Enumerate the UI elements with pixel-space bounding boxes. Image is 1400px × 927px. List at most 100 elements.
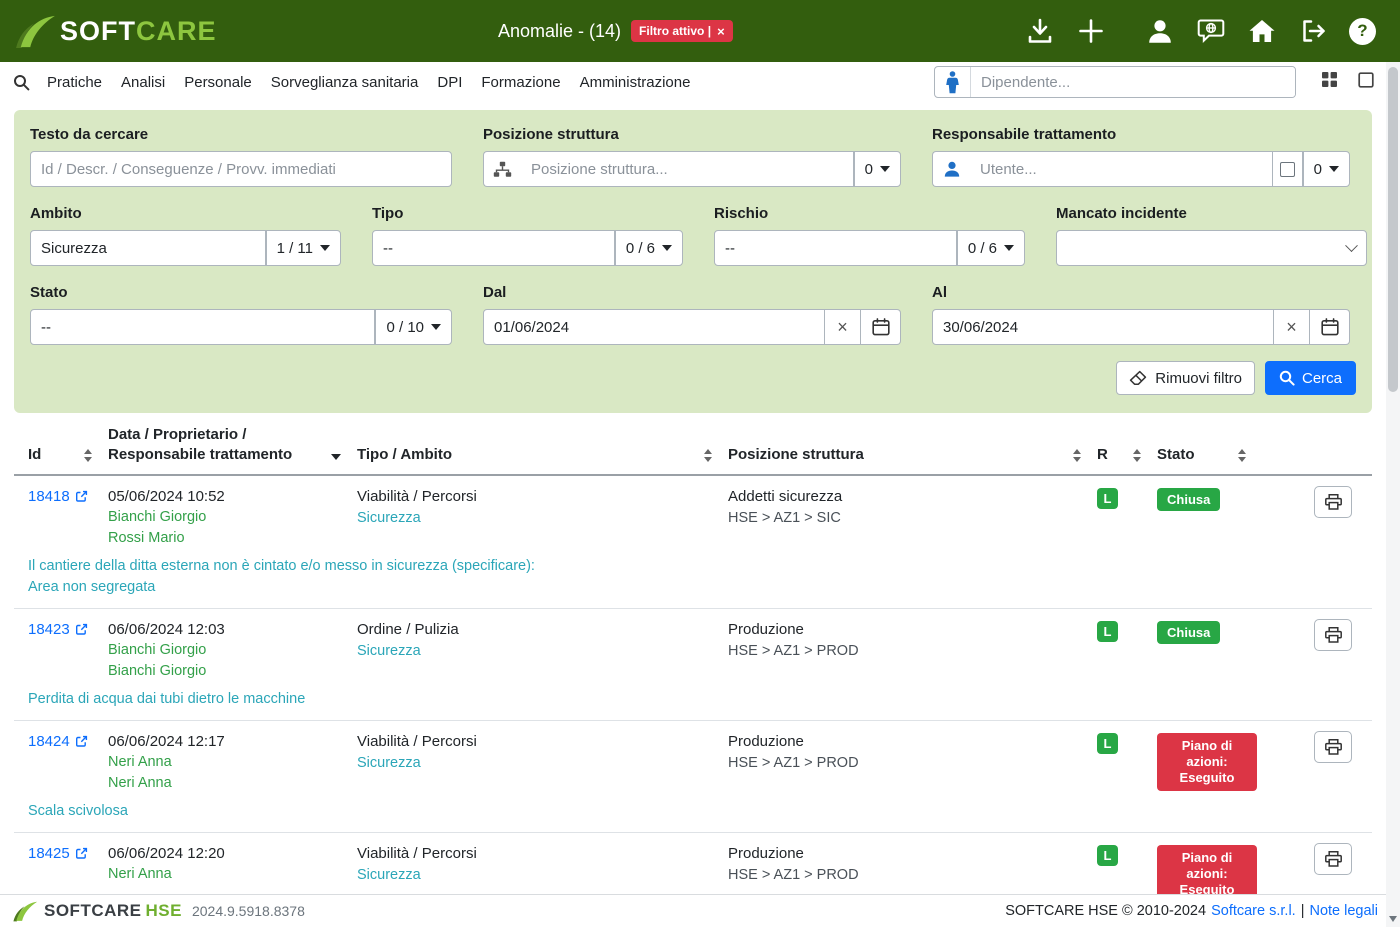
nav-item-dpi[interactable]: DPI	[437, 74, 462, 91]
row-r-cell: L	[1097, 843, 1157, 866]
external-link-icon[interactable]	[75, 735, 88, 748]
row-tipo-cell: Viabilità / Percorsi Sicurezza	[357, 486, 728, 529]
remove-filter-label: Rimuovi filtro	[1155, 370, 1242, 387]
nav-item-formazione[interactable]: Formazione	[481, 74, 560, 91]
remove-filter-button[interactable]: Rimuovi filtro	[1116, 361, 1255, 395]
add-icon[interactable]	[1076, 16, 1106, 46]
nav-item-pratiche[interactable]: Pratiche	[47, 74, 102, 91]
row-responsible[interactable]: Rossi Mario	[108, 528, 357, 549]
row-id-cell: 18424	[28, 731, 108, 750]
nav-item-amministrazione[interactable]: Amministrazione	[580, 74, 691, 91]
sort-icon[interactable]	[704, 449, 712, 462]
tipo-count-dropdown[interactable]: 0 / 6	[615, 230, 683, 266]
footer-legal-link[interactable]: Note legali	[1309, 903, 1378, 919]
row-owner[interactable]: Bianchi Giorgio	[108, 640, 357, 661]
rischio-count-dropdown[interactable]: 0 / 6	[957, 230, 1025, 266]
square-select-button[interactable]	[1358, 72, 1374, 88]
footer-brand: SOFTCAREHSE	[44, 901, 182, 921]
row-posizione: Produzione	[728, 619, 1097, 640]
download-icon[interactable]	[1025, 16, 1055, 46]
scrollbar-thumb[interactable]	[1388, 67, 1398, 392]
header-stato: Stato	[1157, 445, 1262, 465]
responsabile-count-dropdown[interactable]: 0	[1303, 151, 1350, 187]
external-link-icon[interactable]	[75, 623, 88, 636]
row-ambito: Sicurezza	[357, 641, 728, 662]
row-stato-cell: Chiusa	[1157, 486, 1262, 511]
row-tipo: Viabilità / Percorsi	[357, 486, 728, 507]
row-tipo: Viabilità / Percorsi	[357, 731, 728, 752]
testo-input[interactable]	[30, 151, 452, 187]
dal-clear-icon[interactable]: ×	[825, 309, 861, 345]
print-button[interactable]	[1314, 619, 1352, 651]
nav-search-icon[interactable]	[13, 74, 30, 91]
language-chat-icon[interactable]	[1196, 16, 1226, 46]
header-tipo-label: Tipo / Ambito	[357, 445, 452, 465]
home-icon[interactable]	[1247, 16, 1277, 46]
row-owner[interactable]: Neri Anna	[108, 864, 357, 885]
posizione-count-dropdown[interactable]: 0	[854, 151, 901, 187]
stato-count-dropdown[interactable]: 0 / 10	[375, 309, 452, 345]
user-icon[interactable]	[1145, 16, 1175, 46]
external-link-icon[interactable]	[75, 490, 88, 503]
responsabile-checkbox[interactable]	[1280, 162, 1295, 177]
row-owner[interactable]: Bianchi Giorgio	[108, 507, 357, 528]
footer-separator: |	[1301, 903, 1305, 919]
header-data-label: Data / Proprietario / Responsabile tratt…	[108, 425, 292, 465]
rischio-input[interactable]	[714, 230, 957, 266]
logout-icon[interactable]	[1298, 16, 1328, 46]
employee-search-input[interactable]	[971, 67, 1295, 97]
mancato-incidente-select[interactable]	[1056, 230, 1367, 266]
row-id-link[interactable]: 18423	[28, 621, 70, 638]
apps-grid-button[interactable]	[1321, 71, 1338, 88]
vertical-scrollbar[interactable]	[1386, 62, 1400, 927]
print-button[interactable]	[1314, 843, 1352, 875]
row-responsible[interactable]: Bianchi Giorgio	[108, 661, 357, 682]
row-responsible[interactable]: Neri Anna	[108, 773, 357, 794]
stato-input[interactable]	[30, 309, 375, 345]
sort-icon[interactable]	[1238, 449, 1246, 462]
footer-company-link[interactable]: Softcare s.r.l.	[1211, 903, 1296, 919]
sort-icon[interactable]	[1133, 449, 1141, 462]
footer-copyright-area: SOFTCARE HSE © 2010-2024 Softcare s.r.l.…	[1005, 903, 1378, 919]
active-filter-badge: Filtro attivo | ×	[631, 20, 733, 42]
al-clear-icon[interactable]: ×	[1274, 309, 1310, 345]
ambito-count-dropdown[interactable]: 1 / 11	[266, 230, 341, 266]
printer-icon	[1324, 738, 1343, 756]
row-description: Perdita di acqua dai tubi dietro le macc…	[14, 689, 1372, 710]
nav-item-sorveglianza-sanitaria[interactable]: Sorveglianza sanitaria	[271, 74, 419, 91]
print-button[interactable]	[1314, 731, 1352, 763]
responsabile-checkbox-wrap	[1273, 151, 1303, 187]
ambito-input[interactable]	[30, 230, 266, 266]
row-owner[interactable]: Neri Anna	[108, 752, 357, 773]
app-logo[interactable]: SOFTCARE	[0, 13, 217, 49]
posizione-input[interactable]	[521, 151, 854, 187]
dal-calendar-icon[interactable]	[861, 309, 901, 345]
sort-icon[interactable]	[1073, 449, 1081, 462]
nav-item-personale[interactable]: Personale	[184, 74, 252, 91]
tipo-label: Tipo	[372, 205, 683, 222]
responsabile-input[interactable]	[970, 151, 1273, 187]
row-id-link[interactable]: 18425	[28, 845, 70, 862]
row-id-link[interactable]: 18418	[28, 488, 70, 505]
sort-desc-icon[interactable]	[331, 454, 341, 460]
page-title-area: Anomalie - (14) Filtro attivo | ×	[498, 0, 733, 62]
row-ambito: Sicurezza	[357, 753, 728, 774]
scrollbar-down-arrow-icon[interactable]	[1389, 916, 1397, 922]
sort-icon[interactable]	[84, 449, 92, 462]
al-date-input[interactable]	[932, 309, 1274, 345]
al-calendar-icon[interactable]	[1310, 309, 1350, 345]
row-id-link[interactable]: 18424	[28, 733, 70, 750]
print-button[interactable]	[1314, 486, 1352, 518]
table-row: 18418 05/06/2024 10:52 Bianchi Giorgio R…	[14, 476, 1372, 609]
row-datetime: 06/06/2024 12:17	[108, 731, 357, 752]
search-button[interactable]: Cerca	[1265, 361, 1356, 395]
responsabile-count: 0	[1314, 161, 1322, 178]
help-icon[interactable]: ?	[1349, 18, 1376, 45]
row-posizione-path: HSE > AZ1 > PROD	[728, 753, 1097, 774]
table-row: 18423 06/06/2024 12:03 Bianchi Giorgio B…	[14, 609, 1372, 721]
external-link-icon[interactable]	[75, 847, 88, 860]
nav-item-analisi[interactable]: Analisi	[121, 74, 165, 91]
remove-filter-x-icon[interactable]: ×	[717, 25, 725, 38]
dal-date-input[interactable]	[483, 309, 825, 345]
tipo-input[interactable]	[372, 230, 615, 266]
